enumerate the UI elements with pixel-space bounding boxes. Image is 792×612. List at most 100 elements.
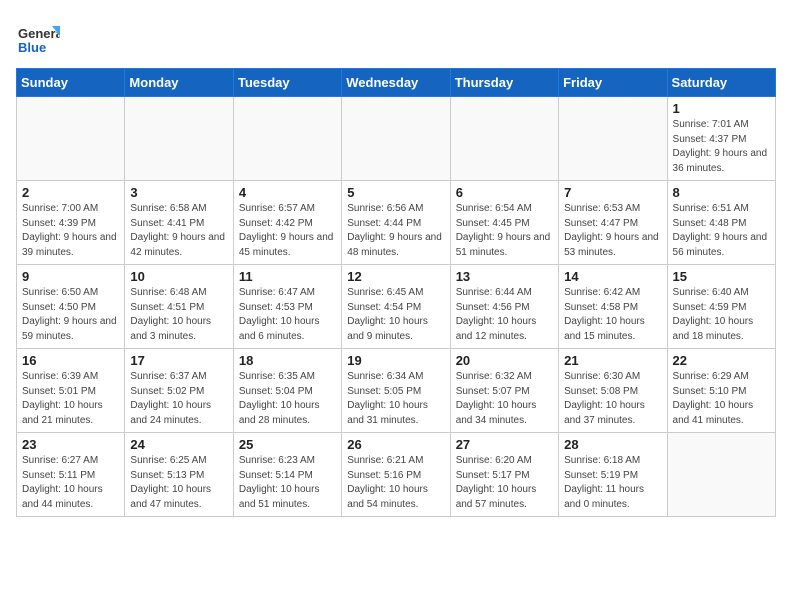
- day-number: 26: [347, 437, 444, 452]
- calendar-cell: [125, 97, 233, 181]
- day-number: 9: [22, 269, 119, 284]
- day-info: Sunrise: 6:21 AM Sunset: 5:16 PM Dayligh…: [347, 454, 444, 512]
- calendar-cell: 3 Sunrise: 6:58 AM Sunset: 4:41 PM Daylig…: [125, 181, 233, 265]
- day-info: Sunrise: 6:37 AM Sunset: 5:02 PM Dayligh…: [130, 370, 227, 428]
- day-number: 15: [673, 269, 770, 284]
- calendar-cell: 26 Sunrise: 6:21 AM Sunset: 5:16 PM Dayli…: [342, 433, 450, 517]
- calendar-cell: 8 Sunrise: 6:51 AM Sunset: 4:48 PM Daylig…: [667, 181, 775, 265]
- calendar-cell: 18Sunrise: 6:35 AM Sunset: 5:04 PM Dayli…: [233, 349, 341, 433]
- calendar-cell: 25 Sunrise: 6:23 AM Sunset: 5:14 PM Dayli…: [233, 433, 341, 517]
- day-info: Sunrise: 6:39 AM Sunset: 5:01 PM Dayligh…: [22, 370, 119, 428]
- day-number: 21: [564, 353, 661, 368]
- calendar-cell: 21 Sunrise: 6:30 AM Sunset: 5:08 PM Dayli…: [559, 349, 667, 433]
- day-number: 28: [564, 437, 661, 452]
- page-header: General Blue: [16, 16, 776, 60]
- weekday-header-sunday: Sunday: [17, 69, 125, 97]
- calendar-week-row: 9 Sunrise: 6:50 AM Sunset: 4:50 PM Daylig…: [17, 265, 776, 349]
- calendar-cell: [667, 433, 775, 517]
- day-info: Sunrise: 6:40 AM Sunset: 4:59 PM Dayligh…: [673, 286, 770, 344]
- day-info: Sunrise: 6:54 AM Sunset: 4:45 PM Dayligh…: [456, 202, 553, 260]
- calendar-cell: 10 Sunrise: 6:48 AM Sunset: 4:51 PM Dayli…: [125, 265, 233, 349]
- day-info: Sunrise: 6:23 AM Sunset: 5:14 PM Dayligh…: [239, 454, 336, 512]
- weekday-header-monday: Monday: [125, 69, 233, 97]
- day-info: Sunrise: 6:30 AM Sunset: 5:08 PM Dayligh…: [564, 370, 661, 428]
- day-number: 10: [130, 269, 227, 284]
- day-info: Sunrise: 6:58 AM Sunset: 4:41 PM Dayligh…: [130, 202, 227, 260]
- calendar-cell: 14 Sunrise: 6:42 AM Sunset: 4:58 PM Dayli…: [559, 265, 667, 349]
- day-info: Sunrise: 6:57 AM Sunset: 4:42 PM Dayligh…: [239, 202, 336, 260]
- weekday-header-row: SundayMondayTuesdayWednesdayThursdayFrid…: [17, 69, 776, 97]
- day-number: 16: [22, 353, 119, 368]
- day-number: 14: [564, 269, 661, 284]
- day-info: Sunrise: 7:01 AM Sunset: 4:37 PM Dayligh…: [673, 118, 770, 176]
- day-info: Sunrise: 6:42 AM Sunset: 4:58 PM Dayligh…: [564, 286, 661, 344]
- calendar-cell: 9 Sunrise: 6:50 AM Sunset: 4:50 PM Daylig…: [17, 265, 125, 349]
- day-number: 12: [347, 269, 444, 284]
- day-number: 18: [239, 353, 336, 368]
- day-number: 4: [239, 185, 336, 200]
- calendar-cell: 23Sunrise: 6:27 AM Sunset: 5:11 PM Dayli…: [17, 433, 125, 517]
- day-info: Sunrise: 6:45 AM Sunset: 4:54 PM Dayligh…: [347, 286, 444, 344]
- day-info: Sunrise: 6:29 AM Sunset: 5:10 PM Dayligh…: [673, 370, 770, 428]
- calendar-cell: [559, 97, 667, 181]
- day-info: Sunrise: 6:50 AM Sunset: 4:50 PM Dayligh…: [22, 286, 119, 344]
- calendar-cell: 12 Sunrise: 6:45 AM Sunset: 4:54 PM Dayli…: [342, 265, 450, 349]
- calendar-table: SundayMondayTuesdayWednesdayThursdayFrid…: [16, 68, 776, 517]
- day-info: Sunrise: 6:32 AM Sunset: 5:07 PM Dayligh…: [456, 370, 553, 428]
- svg-text:General: General: [18, 26, 60, 41]
- weekday-header-wednesday: Wednesday: [342, 69, 450, 97]
- calendar-cell: 16 Sunrise: 6:39 AM Sunset: 5:01 PM Dayli…: [17, 349, 125, 433]
- calendar-cell: [450, 97, 558, 181]
- calendar-cell: 1Sunrise: 7:01 AM Sunset: 4:37 PM Daylig…: [667, 97, 775, 181]
- calendar-cell: [17, 97, 125, 181]
- calendar-cell: 27Sunrise: 6:20 AM Sunset: 5:17 PM Dayli…: [450, 433, 558, 517]
- day-info: Sunrise: 6:53 AM Sunset: 4:47 PM Dayligh…: [564, 202, 661, 260]
- day-number: 17: [130, 353, 227, 368]
- day-number: 22: [673, 353, 770, 368]
- day-number: 3: [130, 185, 227, 200]
- calendar-cell: 5Sunrise: 6:56 AM Sunset: 4:44 PM Daylig…: [342, 181, 450, 265]
- calendar-week-row: 16 Sunrise: 6:39 AM Sunset: 5:01 PM Dayli…: [17, 349, 776, 433]
- svg-text:Blue: Blue: [18, 40, 46, 55]
- day-info: Sunrise: 7:00 AM Sunset: 4:39 PM Dayligh…: [22, 202, 119, 260]
- day-number: 7: [564, 185, 661, 200]
- day-info: Sunrise: 6:44 AM Sunset: 4:56 PM Dayligh…: [456, 286, 553, 344]
- calendar-cell: [342, 97, 450, 181]
- day-info: Sunrise: 6:25 AM Sunset: 5:13 PM Dayligh…: [130, 454, 227, 512]
- calendar-cell: 11 Sunrise: 6:47 AM Sunset: 4:53 PM Dayli…: [233, 265, 341, 349]
- day-number: 13: [456, 269, 553, 284]
- calendar-cell: 13 Sunrise: 6:44 AM Sunset: 4:56 PM Dayli…: [450, 265, 558, 349]
- day-number: 20: [456, 353, 553, 368]
- weekday-header-friday: Friday: [559, 69, 667, 97]
- day-info: Sunrise: 6:48 AM Sunset: 4:51 PM Dayligh…: [130, 286, 227, 344]
- day-number: 19: [347, 353, 444, 368]
- calendar-cell: 28 Sunrise: 6:18 AM Sunset: 5:19 PM Dayli…: [559, 433, 667, 517]
- day-info: Sunrise: 6:47 AM Sunset: 4:53 PM Dayligh…: [239, 286, 336, 344]
- calendar-cell: 2 Sunrise: 7:00 AM Sunset: 4:39 PM Daylig…: [17, 181, 125, 265]
- calendar-week-row: 1Sunrise: 7:01 AM Sunset: 4:37 PM Daylig…: [17, 97, 776, 181]
- day-number: 5: [347, 185, 444, 200]
- calendar-cell: 15 Sunrise: 6:40 AM Sunset: 4:59 PM Dayli…: [667, 265, 775, 349]
- day-info: Sunrise: 6:20 AM Sunset: 5:17 PM Dayligh…: [456, 454, 553, 512]
- weekday-header-tuesday: Tuesday: [233, 69, 341, 97]
- weekday-header-thursday: Thursday: [450, 69, 558, 97]
- day-number: 2: [22, 185, 119, 200]
- calendar-cell: 19Sunrise: 6:34 AM Sunset: 5:05 PM Dayli…: [342, 349, 450, 433]
- calendar-cell: [233, 97, 341, 181]
- logo: General Blue: [16, 16, 60, 60]
- calendar-cell: 4 Sunrise: 6:57 AM Sunset: 4:42 PM Daylig…: [233, 181, 341, 265]
- day-number: 11: [239, 269, 336, 284]
- day-number: 25: [239, 437, 336, 452]
- calendar-week-row: 2 Sunrise: 7:00 AM Sunset: 4:39 PM Daylig…: [17, 181, 776, 265]
- day-info: Sunrise: 6:51 AM Sunset: 4:48 PM Dayligh…: [673, 202, 770, 260]
- calendar-cell: 24Sunrise: 6:25 AM Sunset: 5:13 PM Dayli…: [125, 433, 233, 517]
- logo-icon: General Blue: [16, 16, 60, 60]
- day-number: 8: [673, 185, 770, 200]
- calendar-cell: 17 Sunrise: 6:37 AM Sunset: 5:02 PM Dayli…: [125, 349, 233, 433]
- calendar-cell: 20 Sunrise: 6:32 AM Sunset: 5:07 PM Dayli…: [450, 349, 558, 433]
- day-info: Sunrise: 6:18 AM Sunset: 5:19 PM Dayligh…: [564, 454, 661, 512]
- day-number: 6: [456, 185, 553, 200]
- weekday-header-saturday: Saturday: [667, 69, 775, 97]
- calendar-cell: 7 Sunrise: 6:53 AM Sunset: 4:47 PM Daylig…: [559, 181, 667, 265]
- calendar-cell: 6 Sunrise: 6:54 AM Sunset: 4:45 PM Daylig…: [450, 181, 558, 265]
